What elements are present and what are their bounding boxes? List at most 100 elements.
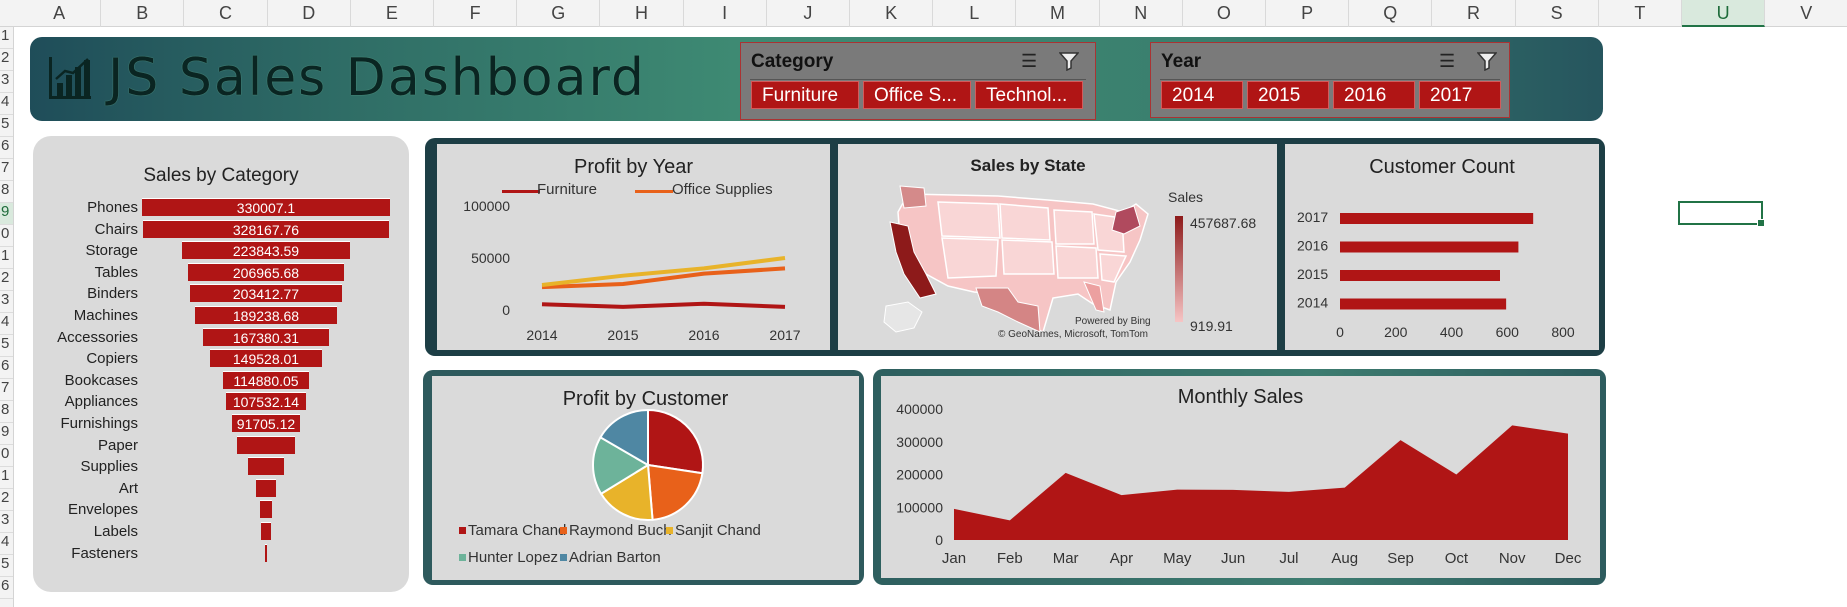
- category-chip-technology[interactable]: Technol...: [975, 81, 1083, 109]
- column-header[interactable]: A: [18, 0, 102, 27]
- row-header[interactable]: 7: [0, 159, 13, 181]
- row-header[interactable]: 8: [0, 401, 13, 423]
- column-header[interactable]: V: [1765, 0, 1847, 27]
- category-bar[interactable]: 189238.68: [194, 306, 338, 324]
- column-header[interactable]: K: [850, 0, 934, 27]
- clear-filter-icon[interactable]: [1476, 51, 1499, 72]
- column-header[interactable]: F: [434, 0, 518, 27]
- row-header[interactable]: 1: [0, 247, 13, 269]
- category-chip-furniture[interactable]: Furniture: [751, 81, 859, 109]
- row-header[interactable]: 3: [0, 291, 13, 313]
- column-header[interactable]: G: [517, 0, 601, 27]
- multi-select-icon[interactable]: ☰: [1021, 51, 1043, 71]
- x-tick-label: 2014: [526, 327, 557, 343]
- map-credit-bing: Powered by Bing: [1075, 316, 1151, 327]
- category-bar[interactable]: [261, 522, 271, 540]
- year-chip-2014[interactable]: 2014: [1161, 81, 1243, 109]
- legend-label: Adrian Barton: [569, 549, 661, 566]
- row-header[interactable]: 7: [0, 379, 13, 401]
- row-header[interactable]: 5: [0, 335, 13, 357]
- map-color-scale: [1175, 216, 1183, 322]
- category-bar[interactable]: 223843.59: [181, 241, 351, 260]
- column-header[interactable]: O: [1183, 0, 1266, 27]
- monthly-sales-panel[interactable]: Monthly Sales 400000 300000 200000 100000 0 J…: [881, 376, 1600, 578]
- row-header[interactable]: 9: [0, 203, 13, 225]
- multi-select-icon[interactable]: ☰: [1439, 51, 1461, 71]
- column-header[interactable]: N: [1100, 0, 1183, 27]
- category-bar[interactable]: 91705.12: [231, 414, 301, 432]
- profit-by-year-panel[interactable]: Profit by Year Furniture Office Supplies…: [437, 144, 830, 350]
- column-header[interactable]: Q: [1349, 0, 1433, 27]
- column-header[interactable]: P: [1266, 0, 1350, 27]
- column-header[interactable]: R: [1432, 0, 1516, 27]
- sales-by-state-panel[interactable]: Sales by State Sales 457687.68 919.91 Po…: [838, 144, 1277, 350]
- category-label: Envelopes: [67, 501, 138, 519]
- y-tick-label: 2015: [1297, 266, 1328, 282]
- column-header[interactable]: I: [684, 0, 767, 27]
- category-bar[interactable]: [264, 543, 268, 562]
- x-tick-label: Apr: [1110, 550, 1133, 567]
- category-slicer[interactable]: Category ☰ Furniture Office S... Technol…: [740, 42, 1096, 120]
- row-header[interactable]: 9: [0, 423, 13, 445]
- clear-filter-icon[interactable]: [1058, 51, 1081, 72]
- category-bar[interactable]: [248, 457, 284, 476]
- row-header[interactable]: 8: [0, 181, 13, 203]
- row-header[interactable]: 3: [0, 511, 13, 533]
- category-bar[interactable]: [259, 500, 273, 519]
- year-chip-2015[interactable]: 2015: [1247, 81, 1329, 109]
- row-header[interactable]: 0: [0, 445, 13, 467]
- category-bar[interactable]: 107532.14: [225, 392, 307, 411]
- map-legend-min: 919.91: [1190, 318, 1233, 334]
- column-header[interactable]: B: [101, 0, 185, 27]
- row-header[interactable]: 4: [0, 313, 13, 335]
- column-header[interactable]: E: [351, 0, 434, 27]
- category-bar[interactable]: [236, 435, 296, 454]
- column-header[interactable]: L: [933, 0, 1017, 27]
- row-header[interactable]: 0: [0, 225, 13, 247]
- y-tick-label: 50000: [471, 250, 510, 266]
- category-bar[interactable]: 328167.76: [142, 219, 390, 238]
- category-bar[interactable]: 149528.01: [209, 349, 323, 368]
- slicer-divider: [1160, 79, 1500, 80]
- customer-count-panel[interactable]: Customer Count 2017 2016 2015 2014 0 200 400 60…: [1285, 144, 1599, 350]
- sales-by-category-panel[interactable]: Sales by Category Phones 330007.1 Chairs 32…: [33, 136, 409, 592]
- profit-by-customer-panel[interactable]: Profit by Customer Tamara Chand Raymond B…: [432, 376, 859, 580]
- row-header[interactable]: 6: [0, 137, 13, 159]
- year-chip-2016[interactable]: 2016: [1333, 81, 1415, 109]
- selected-cell[interactable]: [1678, 201, 1765, 227]
- row-header[interactable]: 3: [0, 71, 13, 93]
- row-header[interactable]: 6: [0, 577, 13, 599]
- row-header[interactable]: 2: [0, 269, 13, 291]
- row-header[interactable]: 4: [0, 533, 13, 555]
- column-header[interactable]: S: [1516, 0, 1599, 27]
- column-header[interactable]: U: [1682, 0, 1766, 27]
- category-bar[interactable]: 206965.68: [188, 262, 344, 281]
- row-header[interactable]: 5: [0, 555, 13, 577]
- column-header[interactable]: T: [1599, 0, 1682, 27]
- category-label: Art: [118, 479, 138, 497]
- row-header[interactable]: 2: [0, 489, 13, 511]
- row-header[interactable]: 2: [0, 49, 13, 71]
- column-header[interactable]: M: [1016, 0, 1100, 27]
- row-header[interactable]: 1: [0, 467, 13, 489]
- category-bar[interactable]: 167380.31: [203, 327, 329, 346]
- column-header[interactable]: C: [184, 0, 268, 27]
- category-bar[interactable]: 203412.77: [189, 284, 343, 303]
- category-chip-office-supplies[interactable]: Office S...: [863, 81, 971, 109]
- category-bar[interactable]: 114880.05: [222, 370, 310, 389]
- row-header[interactable]: 6: [0, 357, 13, 379]
- category-label: Chairs: [94, 220, 138, 238]
- row-header[interactable]: 1: [0, 27, 13, 49]
- year-chip-2017[interactable]: 2017: [1419, 81, 1501, 109]
- column-header[interactable]: H: [600, 0, 684, 27]
- row-header[interactable]: 4: [0, 93, 13, 115]
- row-header[interactable]: 5: [0, 115, 13, 137]
- column-header[interactable]: J: [767, 0, 850, 27]
- category-bar[interactable]: [255, 478, 277, 497]
- year-slicer[interactable]: Year ☰ 2014 2015 2016 2017: [1150, 42, 1510, 118]
- chart-title: Sales by State: [970, 156, 1086, 175]
- category-label: Phones: [87, 199, 138, 216]
- category-bar[interactable]: 330007.1: [142, 198, 390, 216]
- page-title: JS Sales Dashboard: [108, 48, 646, 108]
- column-header[interactable]: D: [268, 0, 351, 27]
